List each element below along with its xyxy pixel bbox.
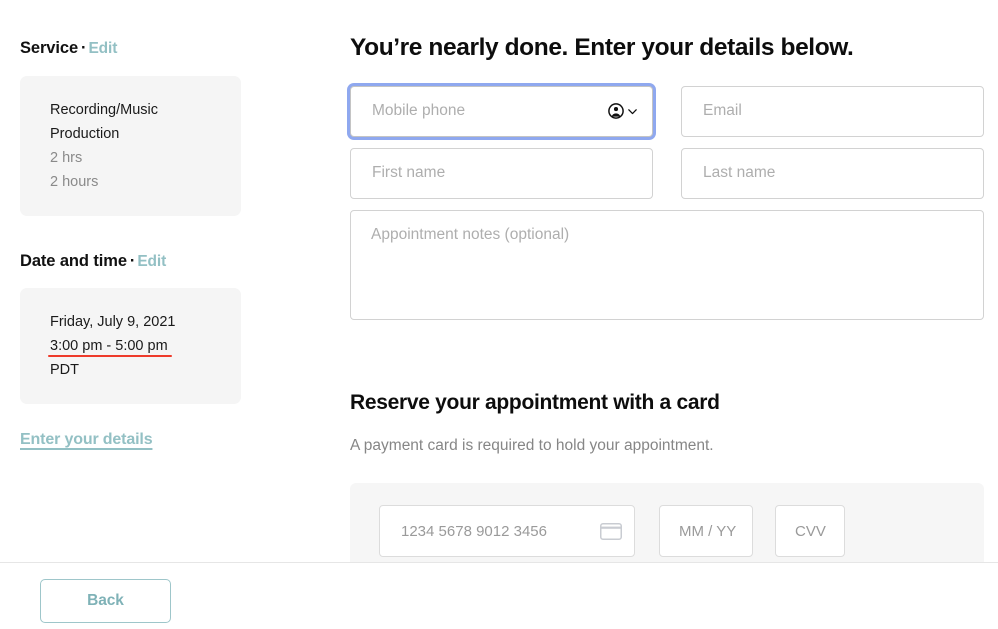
back-button[interactable]: Back	[40, 579, 171, 623]
mobile-phone-placeholder: Mobile phone	[372, 102, 466, 119]
payment-card-panel: 1234 5678 9012 3456 MM / YY CVV	[350, 483, 984, 562]
service-duration-long: 2 hours	[50, 173, 99, 190]
appointment-notes-placeholder: Appointment notes (optional)	[371, 225, 570, 243]
card-number-input[interactable]: 1234 5678 9012 3456	[379, 505, 635, 557]
card-cvv-input[interactable]: CVV	[775, 505, 845, 557]
last-name-placeholder: Last name	[703, 164, 776, 181]
appointment-notes-textarea[interactable]: Appointment notes (optional)	[350, 209, 984, 320]
service-summary-card: Recording/Music Production 2 hrs 2 hours	[20, 75, 241, 216]
page-title: You’re nearly done. Enter your details b…	[350, 34, 854, 61]
first-name-input[interactable]: First name	[350, 147, 653, 199]
contact-person-icon[interactable]	[608, 103, 624, 119]
first-name-placeholder: First name	[372, 164, 446, 181]
date-time-edit-link[interactable]: Edit	[137, 253, 166, 270]
date-time-heading-label: Date and time	[20, 251, 127, 270]
appointment-timezone: PDT	[50, 362, 79, 378]
appointment-time-range: 3:00 pm - 5:00 pm	[48, 334, 172, 358]
date-time-heading-separator: ·	[129, 251, 136, 270]
appointment-date: Friday, July 9, 2021	[50, 314, 176, 330]
contact-fields-grid: Mobile phone Email First name Last name …	[350, 85, 984, 320]
date-time-section-heading: Date and time · Edit	[20, 251, 320, 270]
scrollable-content: Service · Edit Recording/Music Production …	[0, 0, 998, 562]
service-duration-short: 2 hrs	[50, 149, 83, 166]
service-name-line-2: Production	[50, 125, 120, 142]
credit-card-icon	[600, 522, 622, 540]
date-time-summary-card: Friday, July 9, 2021 3:00 pm - 5:00 pm P…	[20, 288, 241, 404]
mobile-phone-input[interactable]: Mobile phone	[350, 85, 653, 137]
field-row-phone-email: Mobile phone Email	[350, 85, 984, 137]
service-section-heading: Service · Edit	[20, 40, 320, 57]
step-enter-your-details[interactable]: Enter your details	[20, 431, 153, 449]
mobile-phone-trailing-controls[interactable]	[608, 103, 638, 119]
card-cvv-placeholder: CVV	[795, 522, 826, 540]
service-edit-link[interactable]: Edit	[88, 40, 117, 57]
booking-details-page: Service · Edit Recording/Music Production …	[0, 0, 998, 629]
email-placeholder: Email	[703, 102, 742, 119]
card-section-subtitle: A payment card is required to hold your …	[350, 436, 714, 454]
card-expiry-input[interactable]: MM / YY	[659, 505, 753, 557]
field-row-first-last-name: First name Last name	[350, 147, 984, 199]
card-expiry-placeholder: MM / YY	[679, 522, 737, 540]
email-input[interactable]: Email	[681, 85, 984, 137]
details-form-column: You’re nearly done. Enter your details b…	[350, 0, 984, 562]
booking-summary-sidebar: Service · Edit Recording/Music Production …	[20, 0, 320, 449]
service-name-line-1: Recording/Music	[50, 101, 158, 118]
page-footer: Back	[0, 562, 998, 629]
card-number-placeholder: 1234 5678 9012 3456	[401, 522, 547, 540]
chevron-down-icon[interactable]	[627, 106, 638, 117]
service-heading-separator: ·	[81, 39, 87, 57]
card-section-title: Reserve your appointment with a card	[350, 390, 720, 414]
service-heading-label: Service	[20, 39, 79, 57]
last-name-input[interactable]: Last name	[681, 147, 984, 199]
